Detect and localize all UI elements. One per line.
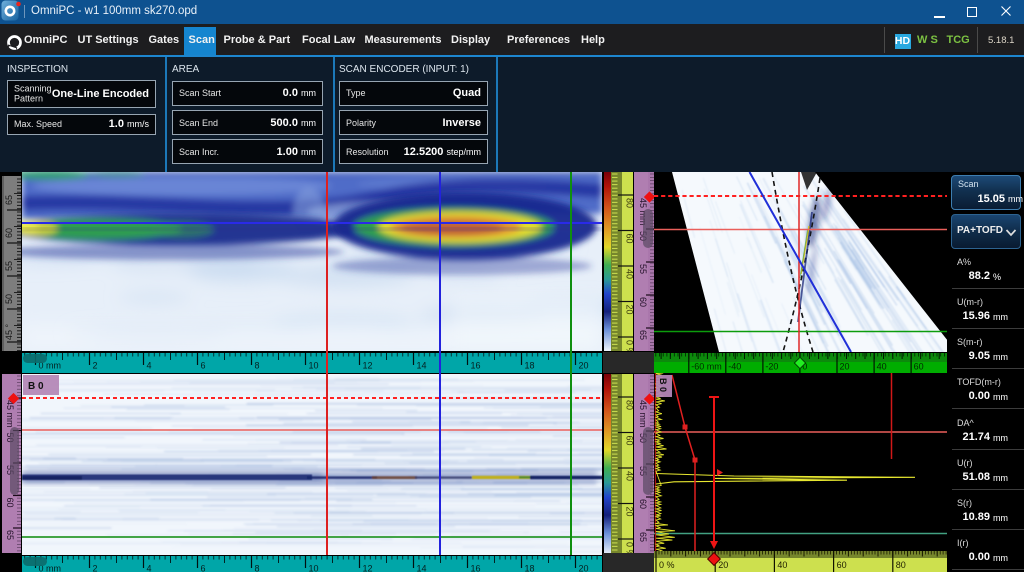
svg-text:40: 40 [777, 560, 787, 570]
svg-text:20: 20 [579, 564, 589, 572]
svg-text:45 °: 45 ° [4, 324, 14, 341]
svg-text:40: 40 [625, 269, 634, 279]
svg-text:65: 65 [4, 195, 14, 205]
svg-text:60: 60 [4, 228, 14, 238]
svg-text:40: 40 [877, 362, 887, 372]
svg-text:14: 14 [417, 361, 427, 371]
svg-text:20: 20 [625, 507, 634, 517]
svg-text:45 mm: 45 mm [638, 400, 648, 428]
svg-text:12: 12 [363, 361, 373, 371]
svg-text:20: 20 [840, 362, 850, 372]
svg-text:0 %: 0 % [625, 542, 634, 553]
svg-text:4: 4 [147, 361, 152, 371]
svg-text:8: 8 [255, 564, 260, 572]
svg-text:60: 60 [625, 436, 634, 446]
svg-text:16: 16 [471, 361, 481, 371]
svg-text:-20: -20 [765, 362, 778, 372]
svg-text:B 0: B 0 [658, 378, 668, 392]
svg-text:60: 60 [625, 234, 634, 244]
svg-text:65: 65 [5, 530, 15, 540]
svg-text:8: 8 [255, 361, 260, 371]
svg-text:14: 14 [417, 564, 427, 572]
svg-text:2: 2 [93, 564, 98, 572]
svg-text:40: 40 [625, 471, 634, 481]
svg-text:0 %: 0 % [625, 340, 634, 351]
svg-text:20: 20 [718, 560, 728, 570]
svg-text:50: 50 [4, 294, 14, 304]
svg-text:60: 60 [837, 560, 847, 570]
svg-text:65: 65 [638, 532, 648, 542]
svg-text:6: 6 [201, 361, 206, 371]
svg-text:10: 10 [309, 361, 319, 371]
svg-text:20: 20 [579, 361, 589, 371]
svg-text:60: 60 [638, 499, 648, 509]
svg-text:80: 80 [896, 560, 906, 570]
svg-text:-40: -40 [728, 362, 741, 372]
svg-text:80: 80 [625, 198, 634, 208]
svg-text:12: 12 [363, 564, 373, 572]
svg-text:60: 60 [5, 498, 15, 508]
svg-text:55: 55 [638, 264, 648, 274]
svg-text:60: 60 [638, 297, 648, 307]
svg-text:20: 20 [625, 305, 634, 315]
svg-text:16: 16 [471, 564, 481, 572]
svg-text:65: 65 [638, 330, 648, 340]
svg-text:B 0: B 0 [28, 381, 44, 392]
svg-text:0 %: 0 % [659, 560, 675, 570]
svg-text:80: 80 [625, 400, 634, 410]
svg-text:-60 mm: -60 mm [691, 362, 722, 372]
svg-text:60: 60 [914, 362, 924, 372]
svg-text:18: 18 [525, 361, 535, 371]
svg-text:18: 18 [525, 564, 535, 572]
svg-text:10: 10 [309, 564, 319, 572]
svg-text:4: 4 [147, 564, 152, 572]
svg-text:6: 6 [201, 564, 206, 572]
svg-text:2: 2 [93, 361, 98, 371]
svg-text:55: 55 [4, 261, 14, 271]
